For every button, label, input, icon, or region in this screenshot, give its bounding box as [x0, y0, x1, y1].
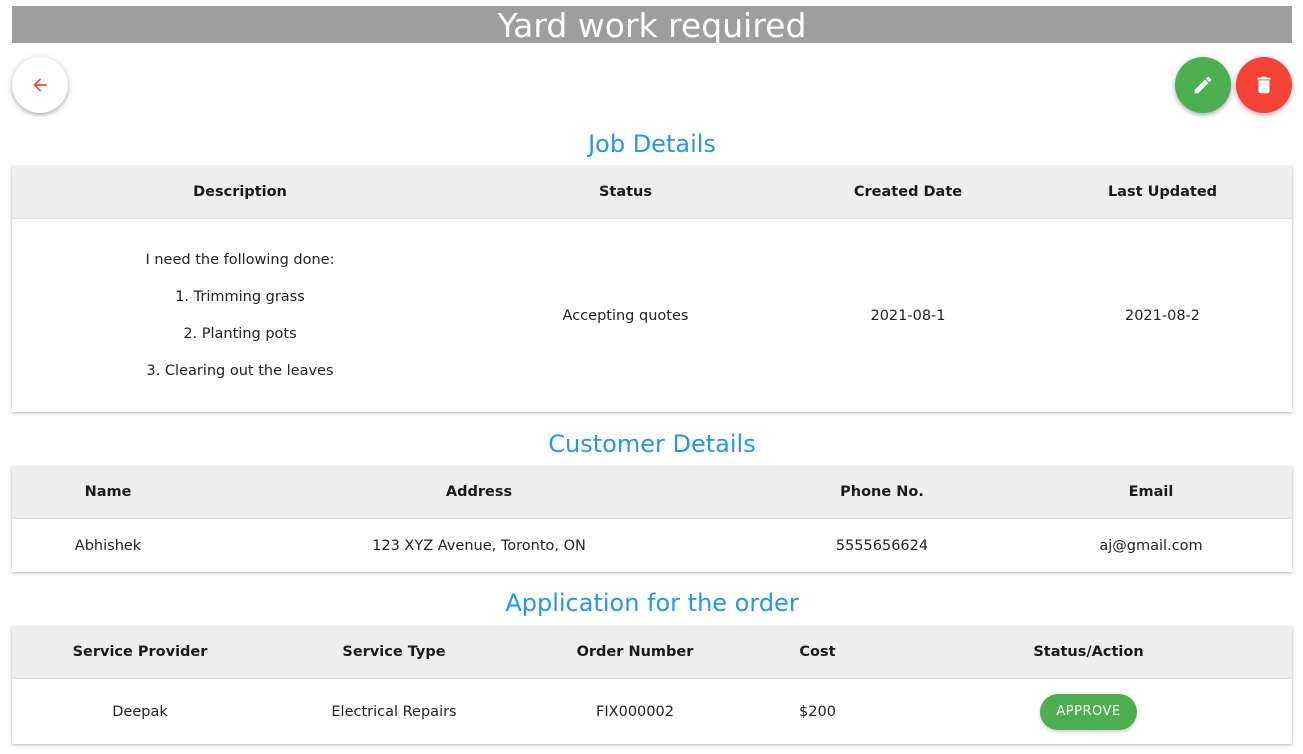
column-header: Status — [468, 166, 783, 219]
column-header: Cost — [750, 626, 885, 679]
service-type: Electrical Repairs — [268, 678, 520, 745]
table-row: Deepak Electrical Repairs FIX000002 $200… — [12, 678, 1292, 745]
job-last-updated: 2021-08-2 — [1033, 218, 1292, 413]
job-status: Accepting quotes — [468, 218, 783, 413]
customer-address: 123 XYZ Avenue, Toronto, ON — [204, 518, 754, 573]
job-header-row: Description Status Created Date Last Upd… — [12, 166, 1292, 219]
column-header: Phone No. — [754, 466, 1010, 519]
applications-table: Service Provider Service Type Order Numb… — [12, 626, 1292, 745]
job-details-table: Description Status Created Date Last Upd… — [12, 166, 1292, 413]
approve-button[interactable]: APPROVE — [1040, 693, 1137, 730]
customer-phone: 5555656624 — [754, 518, 1010, 573]
column-header: Service Provider — [12, 626, 268, 679]
page-title: Yard work required — [12, 6, 1292, 43]
column-header: Service Type — [268, 626, 520, 679]
customer-name: Abhishek — [12, 518, 204, 573]
column-header: Description — [12, 166, 468, 219]
column-header: Created Date — [783, 166, 1033, 219]
table-row: Abhishek 123 XYZ Avenue, Toronto, ON 555… — [12, 518, 1292, 573]
applications-header-row: Service Provider Service Type Order Numb… — [12, 626, 1292, 679]
job-created-date: 2021-08-1 — [783, 218, 1033, 413]
edit-button[interactable] — [1175, 57, 1231, 113]
column-header: Order Number — [520, 626, 750, 679]
column-header: Email — [1010, 466, 1292, 519]
service-provider: Deepak — [12, 678, 268, 745]
column-header: Last Updated — [1033, 166, 1292, 219]
applications-title: Application for the order — [505, 589, 799, 617]
delete-button[interactable] — [1236, 57, 1292, 113]
back-button[interactable] — [12, 57, 68, 113]
trash-icon — [1257, 76, 1271, 94]
column-header: Status/Action — [885, 626, 1292, 679]
column-header: Name — [12, 466, 204, 519]
customer-email: aj@gmail.com — [1010, 518, 1292, 573]
description-line: I need the following done: — [145, 251, 335, 268]
customer-details-title: Customer Details — [548, 430, 756, 458]
description-line: 1. Trimming grass — [175, 288, 305, 305]
customer-details-table: Name Address Phone No. Email Abhishek 12… — [12, 466, 1292, 573]
job-details-title: Job Details — [588, 130, 716, 158]
job-description: I need the following done: 1. Trimming g… — [12, 218, 468, 413]
customer-header-row: Name Address Phone No. Email — [12, 466, 1292, 519]
order-number: FIX000002 — [520, 678, 750, 745]
arrow-left-icon — [33, 78, 47, 92]
table-row: I need the following done: 1. Trimming g… — [12, 218, 1292, 413]
cost: $200 — [750, 678, 885, 745]
pencil-icon — [1194, 76, 1212, 94]
column-header: Address — [204, 466, 754, 519]
status-action: APPROVE — [885, 678, 1292, 745]
description-line: 2. Planting pots — [183, 325, 297, 342]
description-line: 3. Clearing out the leaves — [146, 362, 334, 379]
